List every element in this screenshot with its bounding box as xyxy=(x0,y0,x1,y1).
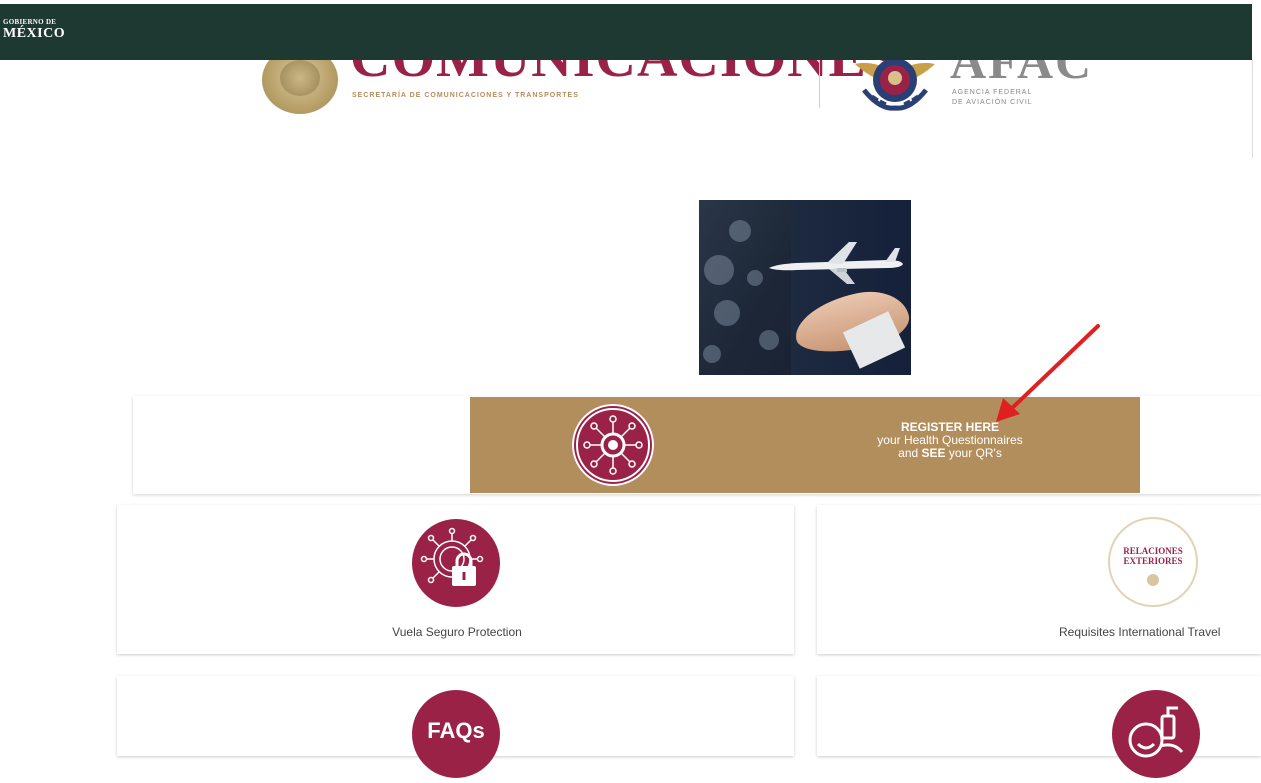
faqs-icon-text: FAQs xyxy=(427,718,485,743)
faqs-icon: FAQs xyxy=(412,690,500,778)
register-line3-prefix: and xyxy=(898,446,922,460)
hand-airplane-photo xyxy=(699,200,911,375)
coat-of-arms-icon xyxy=(262,60,338,114)
afac-emblem-icon xyxy=(855,60,935,111)
card-label-vuela-seguro: Vuela Seguro Protection xyxy=(392,625,522,639)
vuela-seguro-card[interactable]: Vuela Seguro Protection xyxy=(117,505,794,654)
afac-subtitle-line1: AGENCIA FEDERAL xyxy=(952,89,1033,96)
afac-subtitle-line2: DE AVIACIÓN CIVIL xyxy=(952,99,1033,106)
sre-seal-icon xyxy=(1147,574,1159,586)
register-line3-suffix: your QR's xyxy=(945,446,1002,460)
government-top-bar: GOBIERNO DE MÉXICO xyxy=(0,4,1252,60)
sanitizer-hands-icon xyxy=(1112,690,1200,778)
register-text: REGISTER HERE your Health Questionnaires… xyxy=(830,421,1070,460)
register-here-button[interactable]: REGISTER HERE your Health Questionnaires… xyxy=(470,397,1140,493)
gov-logo-line2: MÉXICO xyxy=(3,26,66,41)
header-divider xyxy=(819,60,820,108)
gobierno-de-mexico-logo[interactable]: GOBIERNO DE MÉXICO xyxy=(3,19,65,41)
sre-logo-line1: RELACIONES xyxy=(1123,546,1183,556)
sre-logo-line2: EXTERIORES xyxy=(1123,556,1183,566)
header-banner: COMUNICACIONES SECRETARÍA DE COMUNICACIO… xyxy=(0,60,1261,160)
right-edge-line xyxy=(1252,60,1253,158)
afac-title: AFAC xyxy=(950,60,1094,89)
card-label-requisites: Requisites International Travel xyxy=(1059,625,1221,639)
sct-title: COMUNICACIONES xyxy=(350,60,899,90)
airplane-icon xyxy=(769,242,903,284)
register-line3-strong: SEE xyxy=(921,446,946,460)
requisites-international-travel-card[interactable]: RELACIONES EXTERIORES Requisites Interna… xyxy=(817,505,1261,654)
health-measures-card[interactable] xyxy=(817,676,1261,778)
register-line3: and SEE your QR's xyxy=(830,447,1070,460)
gov-logo-line1: GOBIERNO DE xyxy=(3,18,57,26)
relaciones-exteriores-logo: RELACIONES EXTERIORES xyxy=(1108,517,1198,607)
sct-subtitle: SECRETARÍA DE COMUNICACIONES Y TRANSPORT… xyxy=(352,92,579,99)
afac-subtitle: AGENCIA FEDERAL DE AVIACIÓN CIVIL xyxy=(952,88,1092,108)
virus-lock-icon xyxy=(412,519,500,607)
virus-icon xyxy=(572,404,654,486)
faqs-card[interactable]: FAQs xyxy=(117,676,794,778)
